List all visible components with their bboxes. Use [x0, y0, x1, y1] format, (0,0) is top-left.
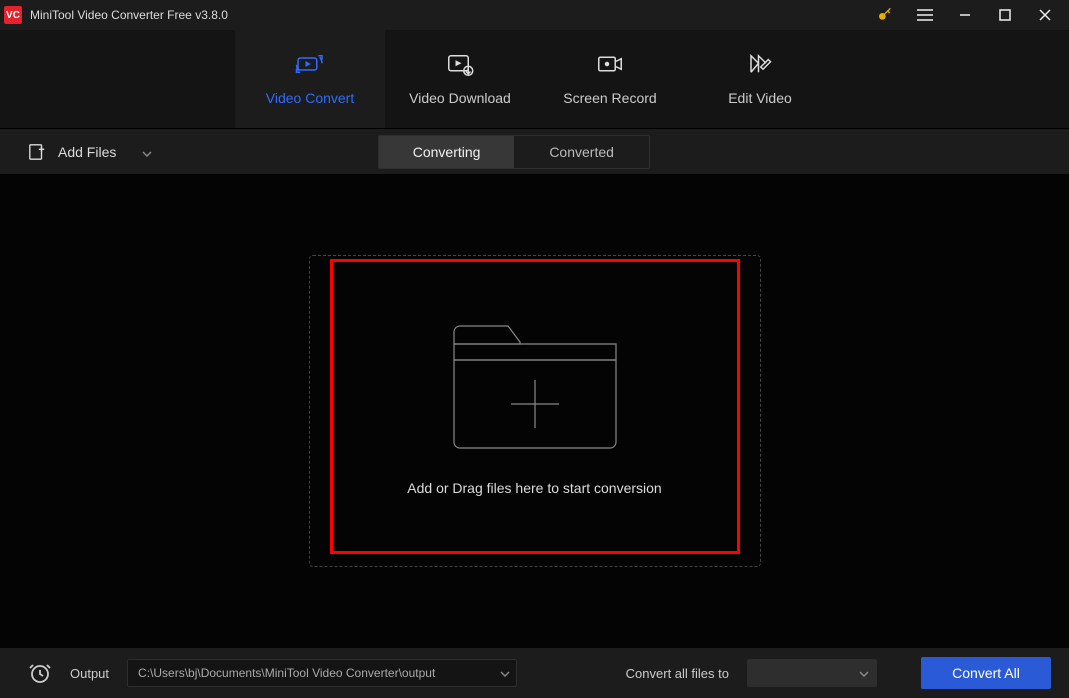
tab-video-download[interactable]: Video Download: [385, 30, 535, 128]
tab-label: Video Convert: [266, 90, 354, 106]
tab-edit-video[interactable]: Edit Video: [685, 30, 835, 128]
menu-icon[interactable]: [905, 0, 945, 30]
add-files-label: Add Files: [58, 144, 116, 160]
nav-tabs: Video Convert Video Download Screen Reco…: [0, 30, 1069, 128]
chevron-down-icon: [859, 664, 869, 682]
tab-label: Edit Video: [728, 90, 792, 106]
output-format-select[interactable]: [747, 659, 877, 687]
footer: Output C:\Users\bj\Documents\MiniTool Vi…: [0, 648, 1069, 698]
dropzone-text: Add or Drag files here to start conversi…: [407, 480, 661, 496]
seg-converted[interactable]: Converted: [514, 136, 649, 168]
dropzone-outer: Add or Drag files here to start conversi…: [309, 255, 761, 567]
convert-button-label: Convert All: [952, 665, 1020, 681]
tab-screen-record[interactable]: Screen Record: [535, 30, 685, 128]
convert-all-button[interactable]: Convert All: [921, 657, 1051, 689]
maximize-icon[interactable]: [985, 0, 1025, 30]
titlebar: VC MiniTool Video Converter Free v3.8.0: [0, 0, 1069, 30]
tab-video-convert[interactable]: Video Convert: [235, 30, 385, 128]
dropzone[interactable]: Add or Drag files here to start conversi…: [330, 259, 740, 554]
clock-icon[interactable]: [28, 661, 52, 685]
key-icon[interactable]: [865, 0, 905, 30]
output-path-select[interactable]: C:\Users\bj\Documents\MiniTool Video Con…: [127, 659, 517, 687]
folder-plus-icon: [448, 318, 622, 454]
seg-converting[interactable]: Converting: [379, 136, 514, 168]
add-files-button[interactable]: Add Files: [28, 143, 152, 161]
toolbar: Add Files Converting Converted: [0, 128, 1069, 174]
chevron-down-icon: [500, 666, 510, 680]
convert-all-label: Convert all files to: [626, 666, 729, 681]
seg-label: Converted: [549, 144, 614, 160]
seg-label: Converting: [413, 144, 481, 160]
minimize-icon[interactable]: [945, 0, 985, 30]
main-stage: Add or Drag files here to start conversi…: [0, 174, 1069, 648]
window-title: MiniTool Video Converter Free v3.8.0: [30, 8, 228, 22]
close-icon[interactable]: [1025, 0, 1065, 30]
app-logo-icon: VC: [4, 6, 22, 24]
output-path-text: C:\Users\bj\Documents\MiniTool Video Con…: [138, 666, 435, 680]
output-label: Output: [70, 666, 109, 681]
tab-label: Video Download: [409, 90, 511, 106]
chevron-down-icon[interactable]: [142, 144, 152, 160]
tab-label: Screen Record: [563, 90, 656, 106]
status-segmented: Converting Converted: [378, 135, 650, 169]
